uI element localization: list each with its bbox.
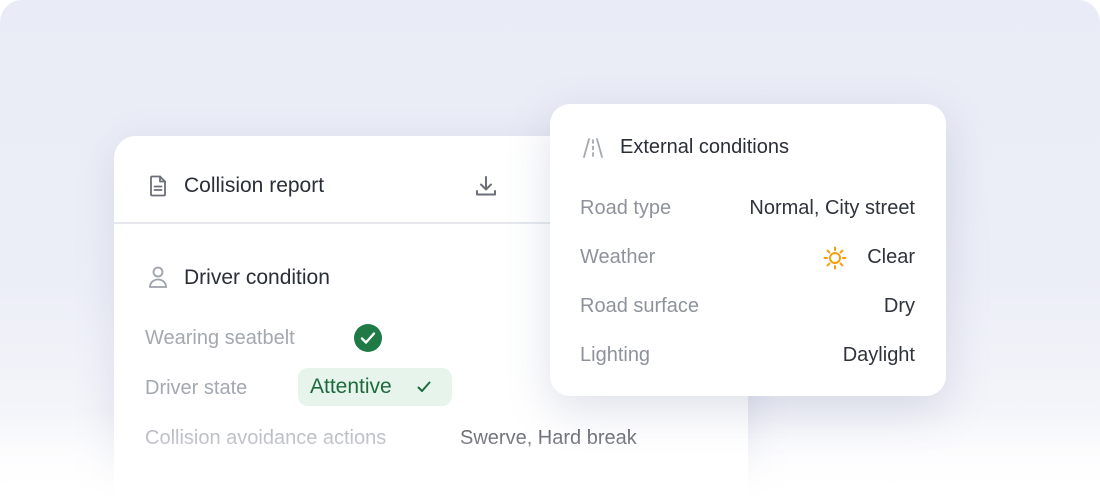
lighting-value: Daylight: [842, 344, 915, 366]
road-surface-label: Road surface: [580, 295, 699, 317]
driver-state-value: Attentive: [310, 375, 392, 398]
seatbelt-label: Wearing seatbelt: [145, 327, 295, 349]
sun-icon: [823, 246, 847, 270]
external-conditions-card: External conditions Road type Normal, Ci…: [550, 104, 946, 396]
document-icon: [150, 175, 166, 197]
external-conditions-title: External conditions: [620, 136, 789, 158]
road-icon: [583, 138, 603, 158]
driver-state-badge: Attentive: [298, 368, 452, 406]
avoidance-value: Swerve, Hard break: [460, 427, 637, 449]
driver-state-label: Driver state: [145, 377, 248, 399]
person-icon: [149, 266, 167, 288]
weather-value: Clear: [867, 246, 915, 268]
avoidance-label: Collision avoidance actions: [145, 427, 387, 449]
background-stage: Collision report Driver condition Wearin…: [0, 0, 1100, 504]
weather-label: Weather: [580, 246, 656, 268]
lighting-label: Lighting: [580, 344, 651, 366]
download-icon[interactable]: [473, 173, 499, 199]
check-icon: [417, 381, 431, 392]
road-type-value: Normal, City street: [749, 197, 915, 219]
road-type-label: Road type: [580, 197, 672, 219]
road-surface-value: Dry: [883, 295, 915, 317]
driver-condition-heading: Driver condition: [184, 266, 330, 289]
check-circle-icon: [354, 324, 382, 352]
report-title: Collision report: [184, 174, 325, 197]
